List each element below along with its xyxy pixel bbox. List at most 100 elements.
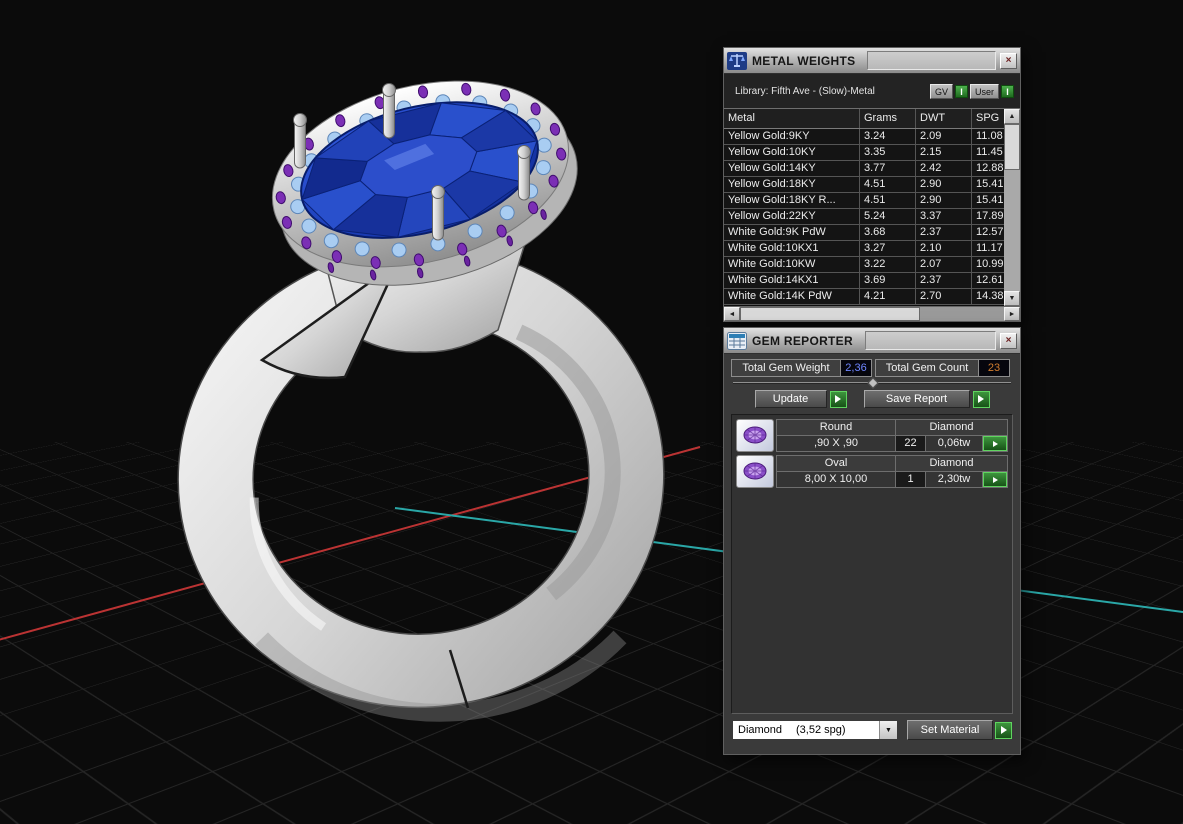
gem-table-icon — [726, 331, 748, 351]
cell-dwt: 2.37 — [916, 225, 972, 240]
scale-icon — [726, 51, 748, 71]
splitter-handle[interactable] — [733, 377, 1011, 389]
cell-metal: White Gold:10KX1 — [724, 241, 860, 256]
scrollbar-thumb[interactable] — [740, 307, 920, 321]
cell-dwt: 2.10 — [916, 241, 972, 256]
user-button[interactable]: User — [969, 84, 999, 99]
cell-grams: 3.69 — [860, 273, 916, 288]
column-header-grams[interactable]: Grams — [860, 109, 916, 128]
save-report-go-button[interactable] — [972, 390, 990, 408]
library-label: Library: Fifth Ave - (Slow)-Metal — [735, 86, 875, 97]
cell-spg: 14.38 — [976, 290, 1004, 302]
gem-entry[interactable]: Round Diamond ,90 X ,90 22 0,06tw — [736, 419, 1008, 452]
total-gem-count-value: 23 — [979, 359, 1010, 377]
column-header-metal[interactable]: Metal — [724, 109, 860, 128]
gem-size: 8,00 X 10,00 — [777, 472, 895, 487]
gem-entry-grid: Oval Diamond 8,00 X 10,00 1 2,30tw — [776, 455, 1008, 488]
gem-reporter-body: Total Gem Weight 2,36 Total Gem Count 23… — [724, 354, 1020, 754]
gem-weight: 2,30tw — [926, 472, 982, 487]
gem-entry[interactable]: Oval Diamond 8,00 X 10,00 1 2,30tw — [736, 455, 1008, 488]
gem-reporter-panel: GEM REPORTER × Total Gem Weight 2,36 Tot… — [723, 327, 1021, 755]
metal-weights-body: Library: Fifth Ave - (Slow)-Metal GV I U… — [724, 74, 1020, 321]
cell-grams: 3.35 — [860, 145, 916, 160]
gem-go-button[interactable] — [983, 436, 1007, 451]
gem-weight: 0,06tw — [926, 436, 982, 451]
scroll-right-icon[interactable]: ► — [1004, 307, 1020, 321]
gem-reporter-title: GEM REPORTER — [752, 333, 853, 348]
scroll-left-icon[interactable]: ◄ — [724, 307, 740, 321]
cell-grams: 4.21 — [860, 289, 916, 304]
gem-go-cell — [983, 472, 1007, 487]
scroll-up-icon[interactable]: ▲ — [1004, 109, 1020, 124]
cell-grams: 4.51 — [860, 177, 916, 192]
table-row[interactable]: White Gold:9K PdW 3.68 2.37 12.57 — [724, 225, 1004, 241]
gv-indicator-icon[interactable]: I — [954, 85, 968, 98]
cell-dwt: 2.70 — [916, 289, 972, 304]
update-button[interactable]: Update — [754, 390, 827, 408]
table-row[interactable]: White Gold:14K PdW 4.21 2.70 14.38 — [724, 289, 1004, 305]
column-header-dwt[interactable]: DWT — [916, 109, 972, 128]
table-row[interactable]: White Gold:10KX1 3.27 2.10 11.17 — [724, 241, 1004, 257]
cell-dwt: 3.37 — [916, 209, 972, 224]
cell-dwt: 2.90 — [916, 177, 972, 192]
table-row[interactable]: Yellow Gold:18KY R... 4.51 2.90 15.41 — [724, 193, 1004, 209]
column-header-spg[interactable]: SPG — [972, 109, 1004, 128]
cell-metal: Yellow Gold:9KY — [724, 129, 860, 144]
scrollbar-track[interactable] — [1004, 170, 1020, 291]
gem-count: 22 — [896, 436, 925, 451]
gv-button[interactable]: GV — [929, 84, 953, 99]
gem-material: Diamond — [896, 420, 1007, 435]
cell-grams: 4.51 — [860, 193, 916, 208]
halo-head — [271, 80, 578, 286]
cell-grams: 5.24 — [860, 209, 916, 224]
table-row[interactable]: Yellow Gold:22KY 5.24 3.37 17.89 — [724, 209, 1004, 225]
cell-spg: 15.41 — [976, 194, 1004, 206]
table-row[interactable]: Yellow Gold:9KY 3.24 2.09 11.08 — [724, 129, 1004, 145]
dropdown-arrow-icon[interactable]: ▼ — [879, 721, 897, 739]
vertical-scrollbar[interactable]: ▲ ▼ — [1004, 109, 1020, 306]
gem-go-cell — [983, 436, 1007, 451]
horizontal-scrollbar[interactable]: ◄ ► — [724, 306, 1020, 321]
metal-weights-title: METAL WEIGHTS — [752, 53, 856, 68]
total-gem-weight-label: Total Gem Weight — [731, 359, 841, 377]
cell-spg: 10.99 — [976, 258, 1004, 270]
cell-metal: Yellow Gold:14KY — [724, 161, 860, 176]
gem-reporter-titlebar[interactable]: GEM REPORTER × — [724, 328, 1020, 354]
set-material-go-button[interactable] — [995, 721, 1012, 739]
cell-spg: 12.88 — [976, 162, 1004, 174]
play-icon — [1000, 726, 1007, 734]
gem-list: Round Diamond ,90 X ,90 22 0,06tw Oval D… — [731, 414, 1013, 714]
cell-dwt: 2.90 — [916, 193, 972, 208]
metal-weights-panel: METAL WEIGHTS × Library: Fifth Ave - (Sl… — [723, 47, 1021, 322]
cell-grams: 3.24 — [860, 129, 916, 144]
scroll-down-icon[interactable]: ▼ — [1004, 291, 1020, 306]
play-icon — [978, 395, 984, 403]
user-indicator-icon[interactable]: I — [1001, 85, 1014, 98]
set-material-button[interactable]: Set Material — [907, 720, 993, 740]
material-dropdown[interactable]: Diamond (3,52 spg) ▼ — [732, 720, 898, 740]
cell-metal: White Gold:9K PdW — [724, 225, 860, 240]
library-row: Library: Fifth Ave - (Slow)-Metal GV I U… — [724, 74, 1020, 108]
table-row[interactable]: White Gold:10KW 3.22 2.07 10.99 — [724, 257, 1004, 273]
material-dropdown-spg: (3,52 spg) — [796, 724, 846, 736]
close-button[interactable]: × — [1000, 52, 1017, 69]
close-button[interactable]: × — [1000, 332, 1017, 349]
gem-material: Diamond — [896, 456, 1007, 471]
table-row[interactable]: Yellow Gold:18KY 4.51 2.90 15.41 — [724, 177, 1004, 193]
cell-metal: Yellow Gold:18KY — [724, 177, 860, 192]
titlebar-slot — [864, 331, 996, 350]
table-row[interactable]: Yellow Gold:14KY 3.77 2.42 12.88 — [724, 161, 1004, 177]
scrollbar-track[interactable] — [740, 307, 1004, 321]
scrollbar-thumb[interactable] — [1004, 124, 1020, 170]
metal-weights-titlebar[interactable]: METAL WEIGHTS × — [724, 48, 1020, 74]
cell-dwt: 2.15 — [916, 145, 972, 160]
table-row[interactable]: White Gold:14KX1 3.69 2.37 12.61 — [724, 273, 1004, 289]
save-report-button[interactable]: Save Report — [863, 390, 970, 408]
cad-viewport: METAL WEIGHTS × Library: Fifth Ave - (Sl… — [0, 0, 1183, 824]
gem-go-button[interactable] — [983, 472, 1007, 487]
splitter-diamond-icon[interactable] — [867, 377, 879, 389]
update-go-button[interactable] — [829, 390, 847, 408]
cell-spg: 12.57 — [976, 226, 1004, 238]
material-row: Diamond (3,52 spg) ▼ Set Material — [732, 720, 1012, 740]
table-row[interactable]: Yellow Gold:10KY 3.35 2.15 11.45 — [724, 145, 1004, 161]
